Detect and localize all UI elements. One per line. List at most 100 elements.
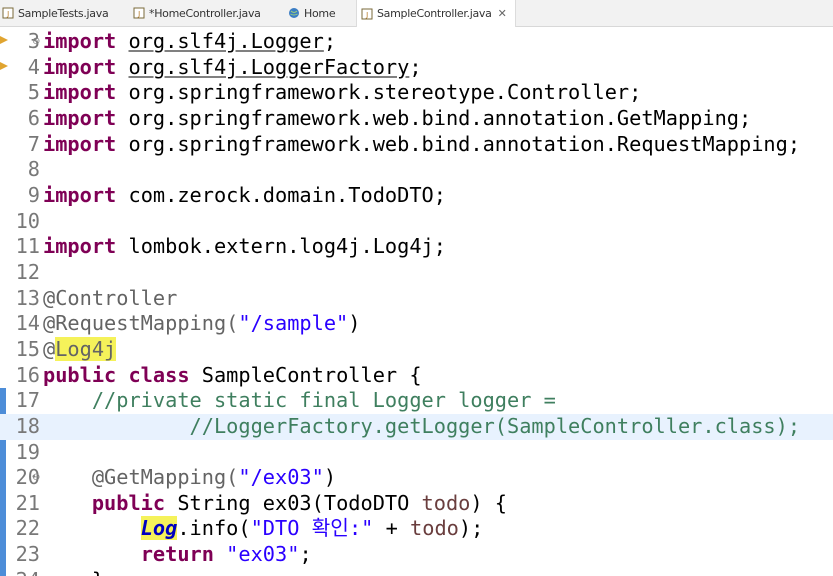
highlighted-annotation[interactable]: Log4j (55, 337, 117, 361)
tab-sampletests[interactable]: J SampleTests.java (2, 0, 109, 26)
import-path[interactable]: org.slf4j.LoggerFactory (128, 55, 409, 79)
tab-home[interactable]: Home (288, 0, 336, 26)
svg-text:J: J (6, 10, 9, 18)
line-code: @Log4j (43, 337, 117, 363)
tab-samplecontroller[interactable]: J SampleController.java ✕ (356, 0, 516, 27)
keyword: public (91, 491, 166, 515)
line-number: 17 (15, 388, 40, 412)
tab-label: SampleController.java (377, 7, 492, 20)
import-path[interactable]: org.slf4j.Logger (128, 29, 323, 53)
parameter: todo (410, 516, 459, 540)
code-line: 17 //private static final Logger logger … (0, 388, 833, 414)
fold-icon[interactable]: ⊖ (32, 465, 40, 491)
line-number: 7 (27, 132, 40, 156)
code-editor[interactable]: 3 ⊖ import org.slf4j.Logger; 4 import org.s… (0, 27, 833, 576)
comment: //private static final Logger logger = (91, 388, 556, 412)
line-code: import org.slf4j.LoggerFactory; (43, 55, 422, 81)
line-number: 23 (15, 542, 40, 566)
annotation: @ (43, 337, 56, 361)
java-file-icon: J (361, 8, 373, 19)
globe-icon (289, 8, 299, 18)
code-line: 23 return "ex03"; (0, 542, 833, 568)
line-number: 10 (15, 209, 40, 233)
line-code: import lombok.extern.log4j.Log4j; (43, 234, 446, 260)
import-path: org.springframework.web.bind.annotation.… (128, 106, 752, 130)
method-call: .info( (177, 516, 251, 540)
punct: ; (299, 542, 312, 566)
line-code: Log.info("DTO 확인:" + todo); (43, 516, 483, 542)
line-code: import org.slf4j.Logger; (43, 29, 336, 55)
import-path: org.springframework.web.bind.annotation.… (128, 132, 801, 156)
code-line: 16 public class SampleController { (0, 363, 833, 389)
code-line: 5 import org.springframework.stereotype.C… (0, 80, 833, 106)
code-line: 6 import org.springframework.web.bind.ann… (0, 106, 833, 132)
code-line: 21 public String ex03(TodoDTO todo) { (0, 491, 833, 517)
tab-label: *HomeController.java (149, 6, 261, 20)
parameter: todo (421, 491, 471, 515)
line-number: 4 (27, 55, 40, 79)
code-line: 10 (0, 209, 833, 235)
line-code: } (43, 568, 104, 576)
keyword: import (43, 106, 117, 130)
string-literal: "/ex03" (238, 465, 324, 489)
line-number: 5 (27, 80, 40, 104)
code-line: 12 (0, 260, 833, 286)
line-number: 14 (15, 311, 40, 335)
line-number: 8 (27, 157, 40, 181)
line-number: 16 (15, 363, 40, 387)
punct: ; (323, 29, 337, 53)
punct: ); (458, 516, 484, 540)
line-code: @Controller (43, 286, 177, 312)
line-code: @GetMapping("/ex03") (43, 465, 336, 491)
code-line: 19 (0, 440, 833, 466)
line-number: 21 (15, 491, 40, 515)
tab-homecontroller[interactable]: J *HomeController.java (133, 0, 261, 26)
line-number: 15 (15, 337, 40, 361)
punct: ) { (470, 491, 508, 515)
code-line: 9 import com.zerock.domain.TodoDTO; (0, 183, 833, 209)
code-line: 22 Log.info("DTO 확인:" + todo); (0, 516, 833, 542)
code-line: 8 (0, 157, 833, 183)
punct: } (92, 568, 104, 576)
code-line: 24 } (0, 568, 833, 576)
comment: //LoggerFactory.getLogger(SampleControll… (189, 414, 801, 438)
java-file-icon: J (2, 7, 14, 19)
code-line: 7 import org.springframework.web.bind.ann… (0, 132, 833, 158)
method-signature: String ex03(TodoDTO (177, 491, 410, 515)
code-line: 15 @Log4j (0, 337, 833, 363)
code-line: 4 import org.slf4j.LoggerFactory; (0, 55, 833, 81)
keyword: public class (43, 363, 190, 387)
keyword: import (43, 55, 117, 79)
keyword: import (43, 183, 117, 207)
keyword: import (43, 29, 117, 53)
svg-text:J: J (137, 10, 140, 18)
editor-tab-bar: J SampleTests.java J *HomeController.jav… (0, 0, 833, 27)
line-code: //private static final Logger logger = (43, 388, 556, 414)
string-literal: "DTO 확인:" (250, 516, 374, 540)
log-field-reference[interactable]: Log (140, 516, 178, 540)
code-line: 3 ⊖ import org.slf4j.Logger; (0, 29, 833, 55)
keyword: return (140, 542, 214, 566)
string-literal: "/sample" (238, 311, 349, 335)
punct: ) (323, 465, 337, 489)
line-number: 22 (15, 516, 40, 540)
tab-label: SampleTests.java (18, 6, 109, 20)
class-declaration: SampleController { (201, 363, 422, 387)
annotation: @GetMapping( (91, 465, 239, 489)
punct: ) (348, 311, 361, 335)
line-code: //LoggerFactory.getLogger(SampleControll… (43, 414, 801, 440)
code-line: 11 import lombok.extern.log4j.Log4j; (0, 234, 833, 260)
line-code: return "ex03"; (43, 542, 312, 568)
fold-icon[interactable]: ⊖ (32, 29, 40, 55)
line-code: import com.zerock.domain.TodoDTO; (43, 183, 446, 209)
line-code: public String ex03(TodoDTO todo) { (43, 491, 507, 517)
svg-text:J: J (365, 11, 368, 19)
annotation: @Controller (43, 286, 178, 310)
code-line: 13 @Controller (0, 286, 833, 312)
close-icon[interactable]: ✕ (498, 7, 507, 20)
import-path: com.zerock.domain.TodoDTO; (128, 183, 446, 207)
keyword: import (43, 80, 117, 104)
line-number: 12 (15, 260, 40, 284)
line-number: 6 (27, 106, 40, 130)
string-literal: "ex03" (226, 542, 300, 566)
